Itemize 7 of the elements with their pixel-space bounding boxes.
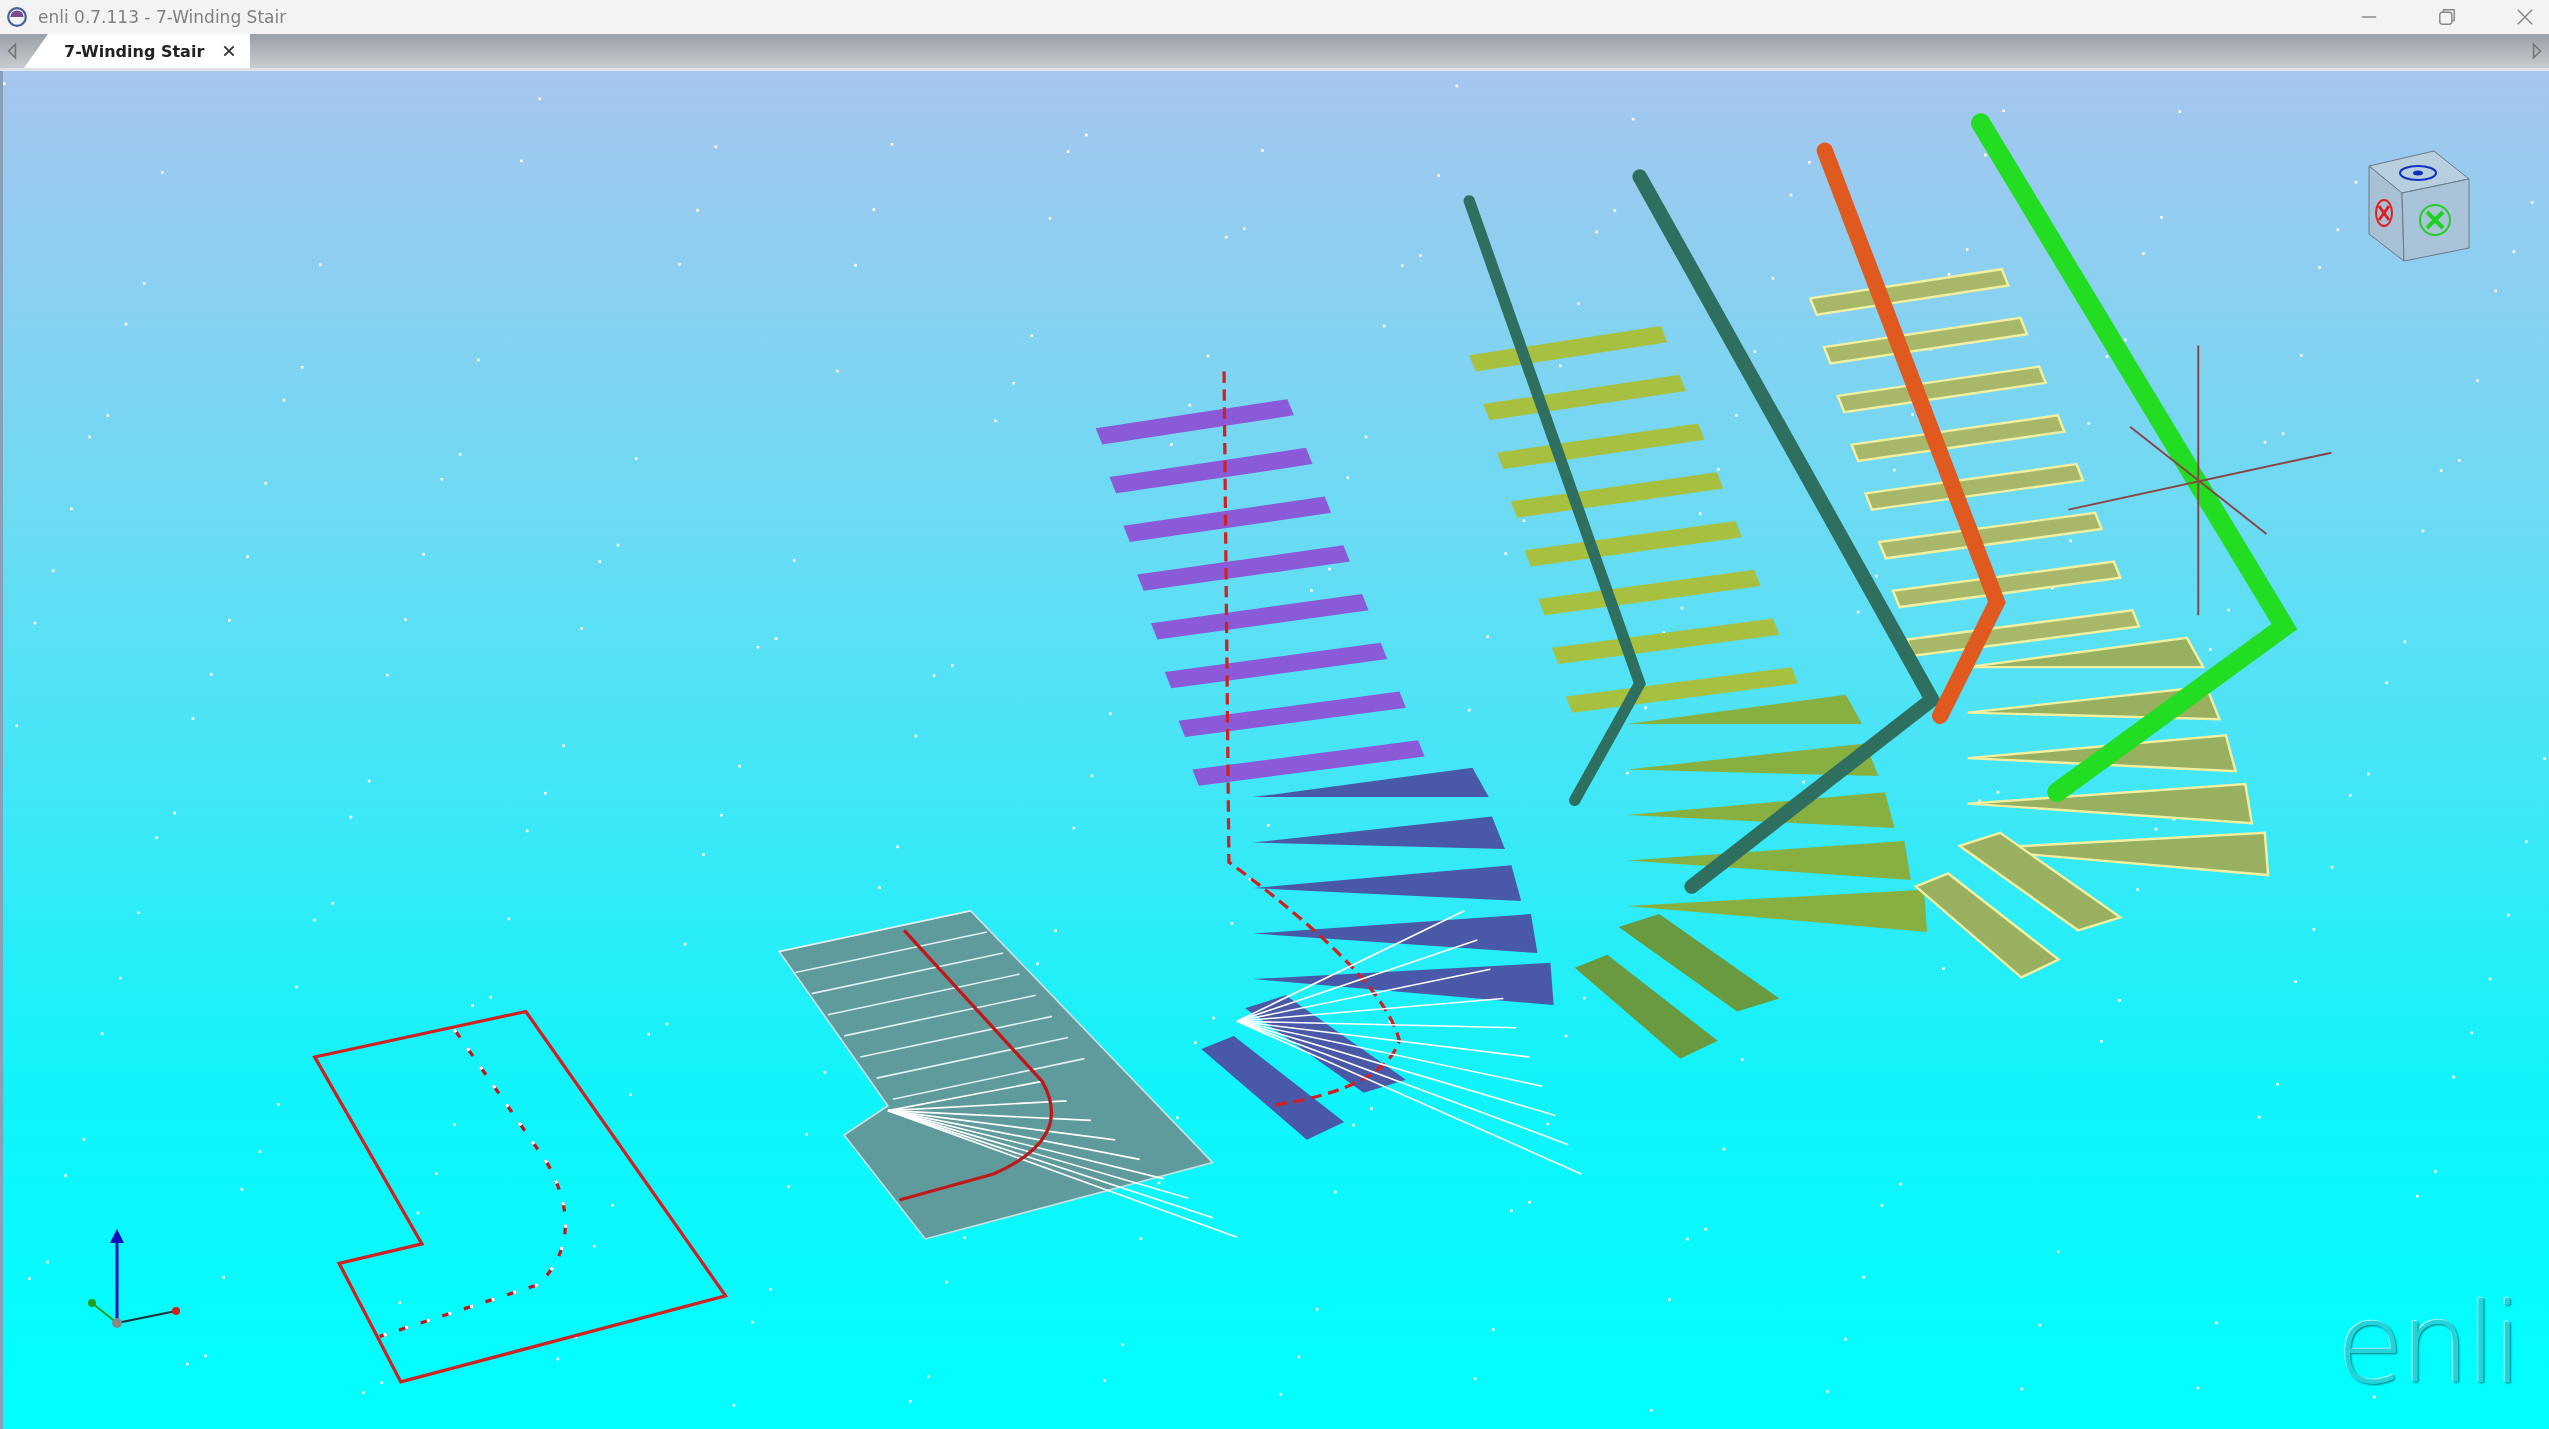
app-logo-icon [6, 6, 28, 28]
document-tab[interactable]: 7-Winding Stair [24, 34, 251, 68]
close-icon[interactable] [222, 44, 237, 58]
scroll-left-icon[interactable] [6, 42, 18, 60]
window-title: enli 0.7.113 - 7-Winding Stair [38, 7, 287, 27]
enli-logo: enli [2336, 1289, 2519, 1399]
scroll-right-icon[interactable] [2531, 42, 2543, 60]
